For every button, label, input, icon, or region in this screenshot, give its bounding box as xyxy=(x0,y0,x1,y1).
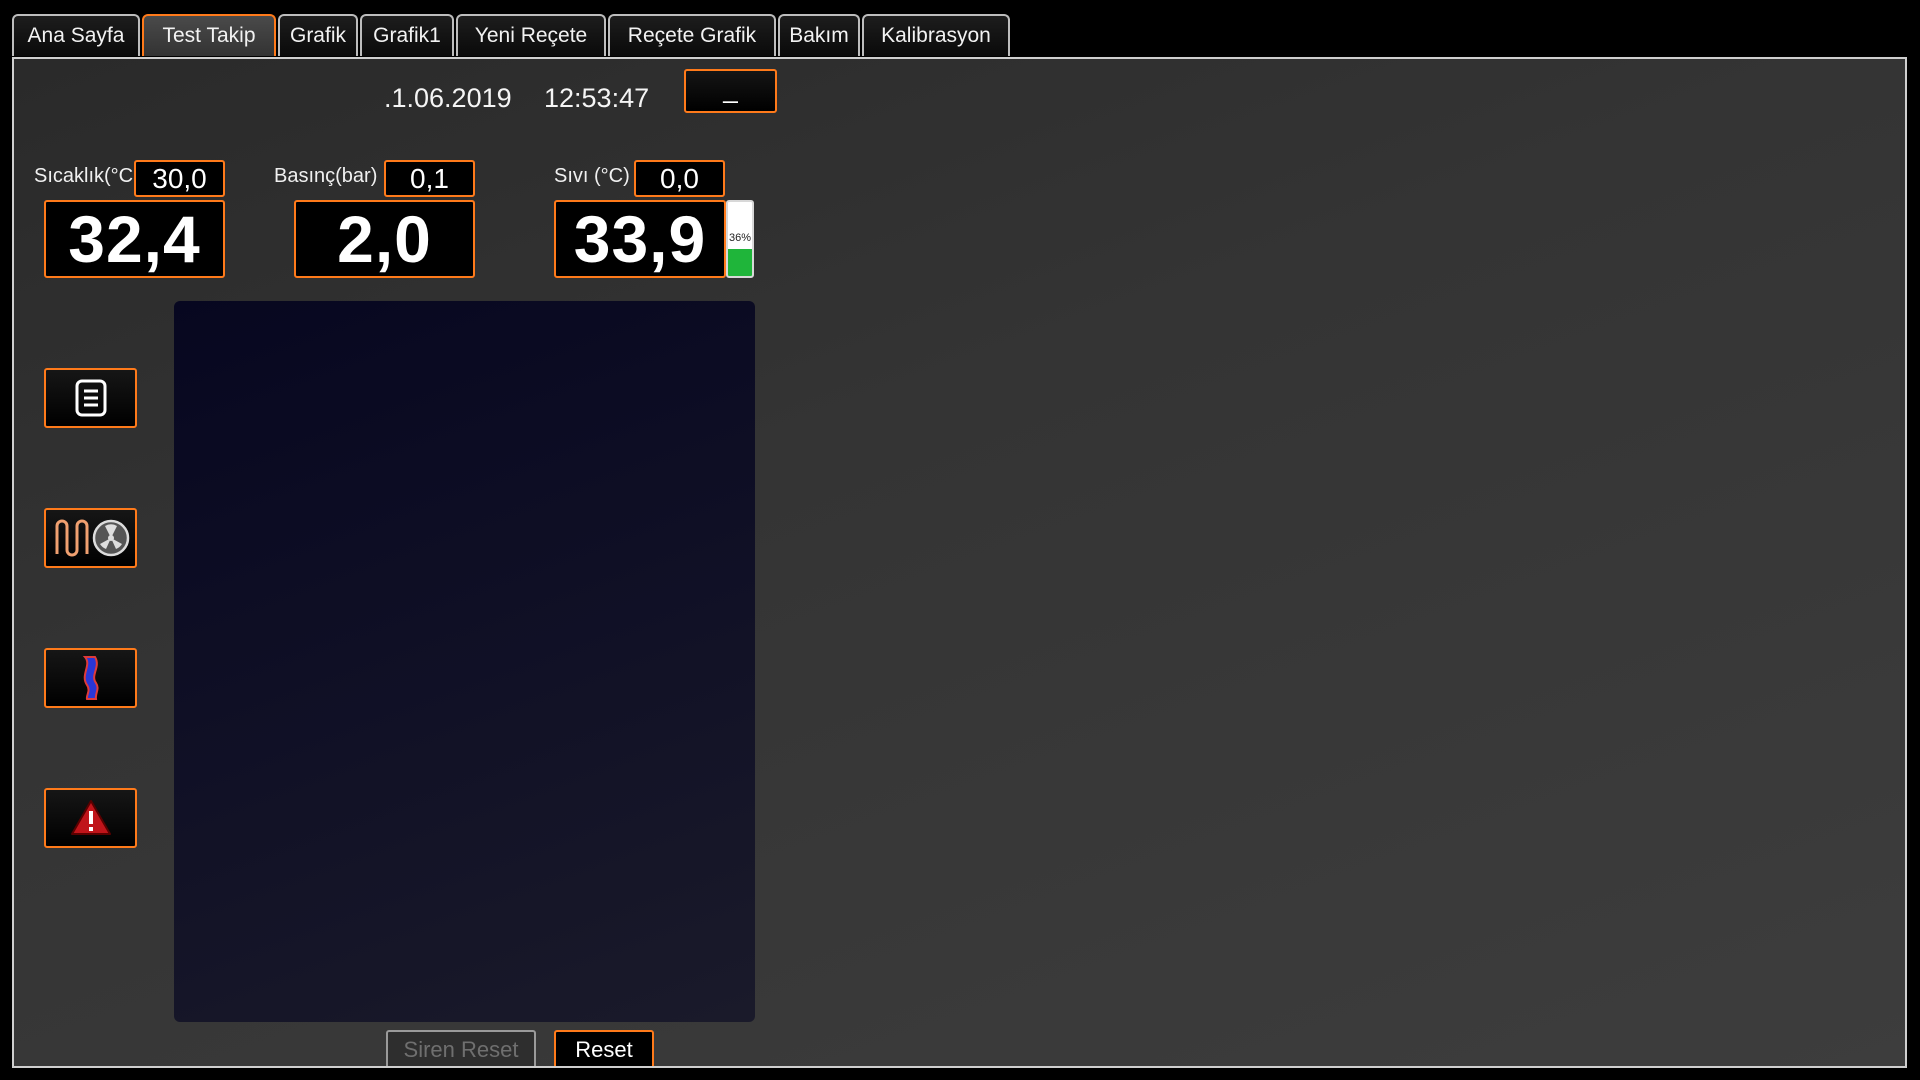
reset-button[interactable]: Reset xyxy=(554,1030,654,1066)
pressure-setpoint-field[interactable]: 0,1 xyxy=(384,160,475,197)
tab-grafik1[interactable]: Grafik1 xyxy=(360,14,454,56)
temperature-label: Sıcaklık(°C xyxy=(34,165,134,187)
liquid-button[interactable] xyxy=(44,648,137,708)
siren-reset-button[interactable]: Siren Reset xyxy=(386,1030,536,1066)
tab-kalibrasyon[interactable]: Kalibrasyon xyxy=(862,14,1010,56)
tab-grafik[interactable]: Grafik xyxy=(278,14,358,56)
temperature-setpoint-field[interactable]: 30,0 xyxy=(134,160,225,197)
tab-ana-sayfa[interactable]: Ana Sayfa xyxy=(12,14,140,56)
process-graph-area xyxy=(174,301,755,1022)
tab-bakim[interactable]: Bakım xyxy=(778,14,860,56)
pressure-label: Basınç(bar) xyxy=(274,165,378,187)
time-display: 12:53:47 xyxy=(544,83,650,113)
alarm-warning-icon xyxy=(70,800,111,835)
test-takip-panel: .1.06.2019 12:53:47 _ Sıcaklık(°C 30,0 3… xyxy=(12,57,1907,1068)
tab-recete-grafik[interactable]: Reçete Grafik xyxy=(608,14,776,56)
temperature-value: 32,4 xyxy=(44,200,225,278)
liquid-label: Sıvı (°C) xyxy=(554,165,630,187)
liquid-pipe-icon xyxy=(82,656,99,700)
liquid-level-fill xyxy=(728,249,752,276)
date-display: .1.06.2019 xyxy=(384,83,512,113)
alarm-button[interactable] xyxy=(44,788,137,848)
minimize-button[interactable]: _ xyxy=(684,69,777,113)
liquid-level-text: 36% xyxy=(728,232,752,244)
document-icon xyxy=(75,379,106,417)
liquid-setpoint-field[interactable]: 0,0 xyxy=(634,160,725,197)
liquid-value: 33,9 xyxy=(554,200,726,278)
tab-yeni-recete[interactable]: Yeni Reçete xyxy=(456,14,606,56)
liquid-level-gauge: 36% xyxy=(726,200,754,278)
heater-fan-button[interactable] xyxy=(44,508,137,568)
tab-bar: Ana Sayfa Test Takip Grafik Grafik1 Yeni… xyxy=(0,0,1920,58)
report-button[interactable] xyxy=(44,368,137,428)
pressure-value: 2,0 xyxy=(294,200,475,278)
tab-test-takip[interactable]: Test Takip xyxy=(142,14,276,56)
heater-fan-icon xyxy=(55,519,129,557)
